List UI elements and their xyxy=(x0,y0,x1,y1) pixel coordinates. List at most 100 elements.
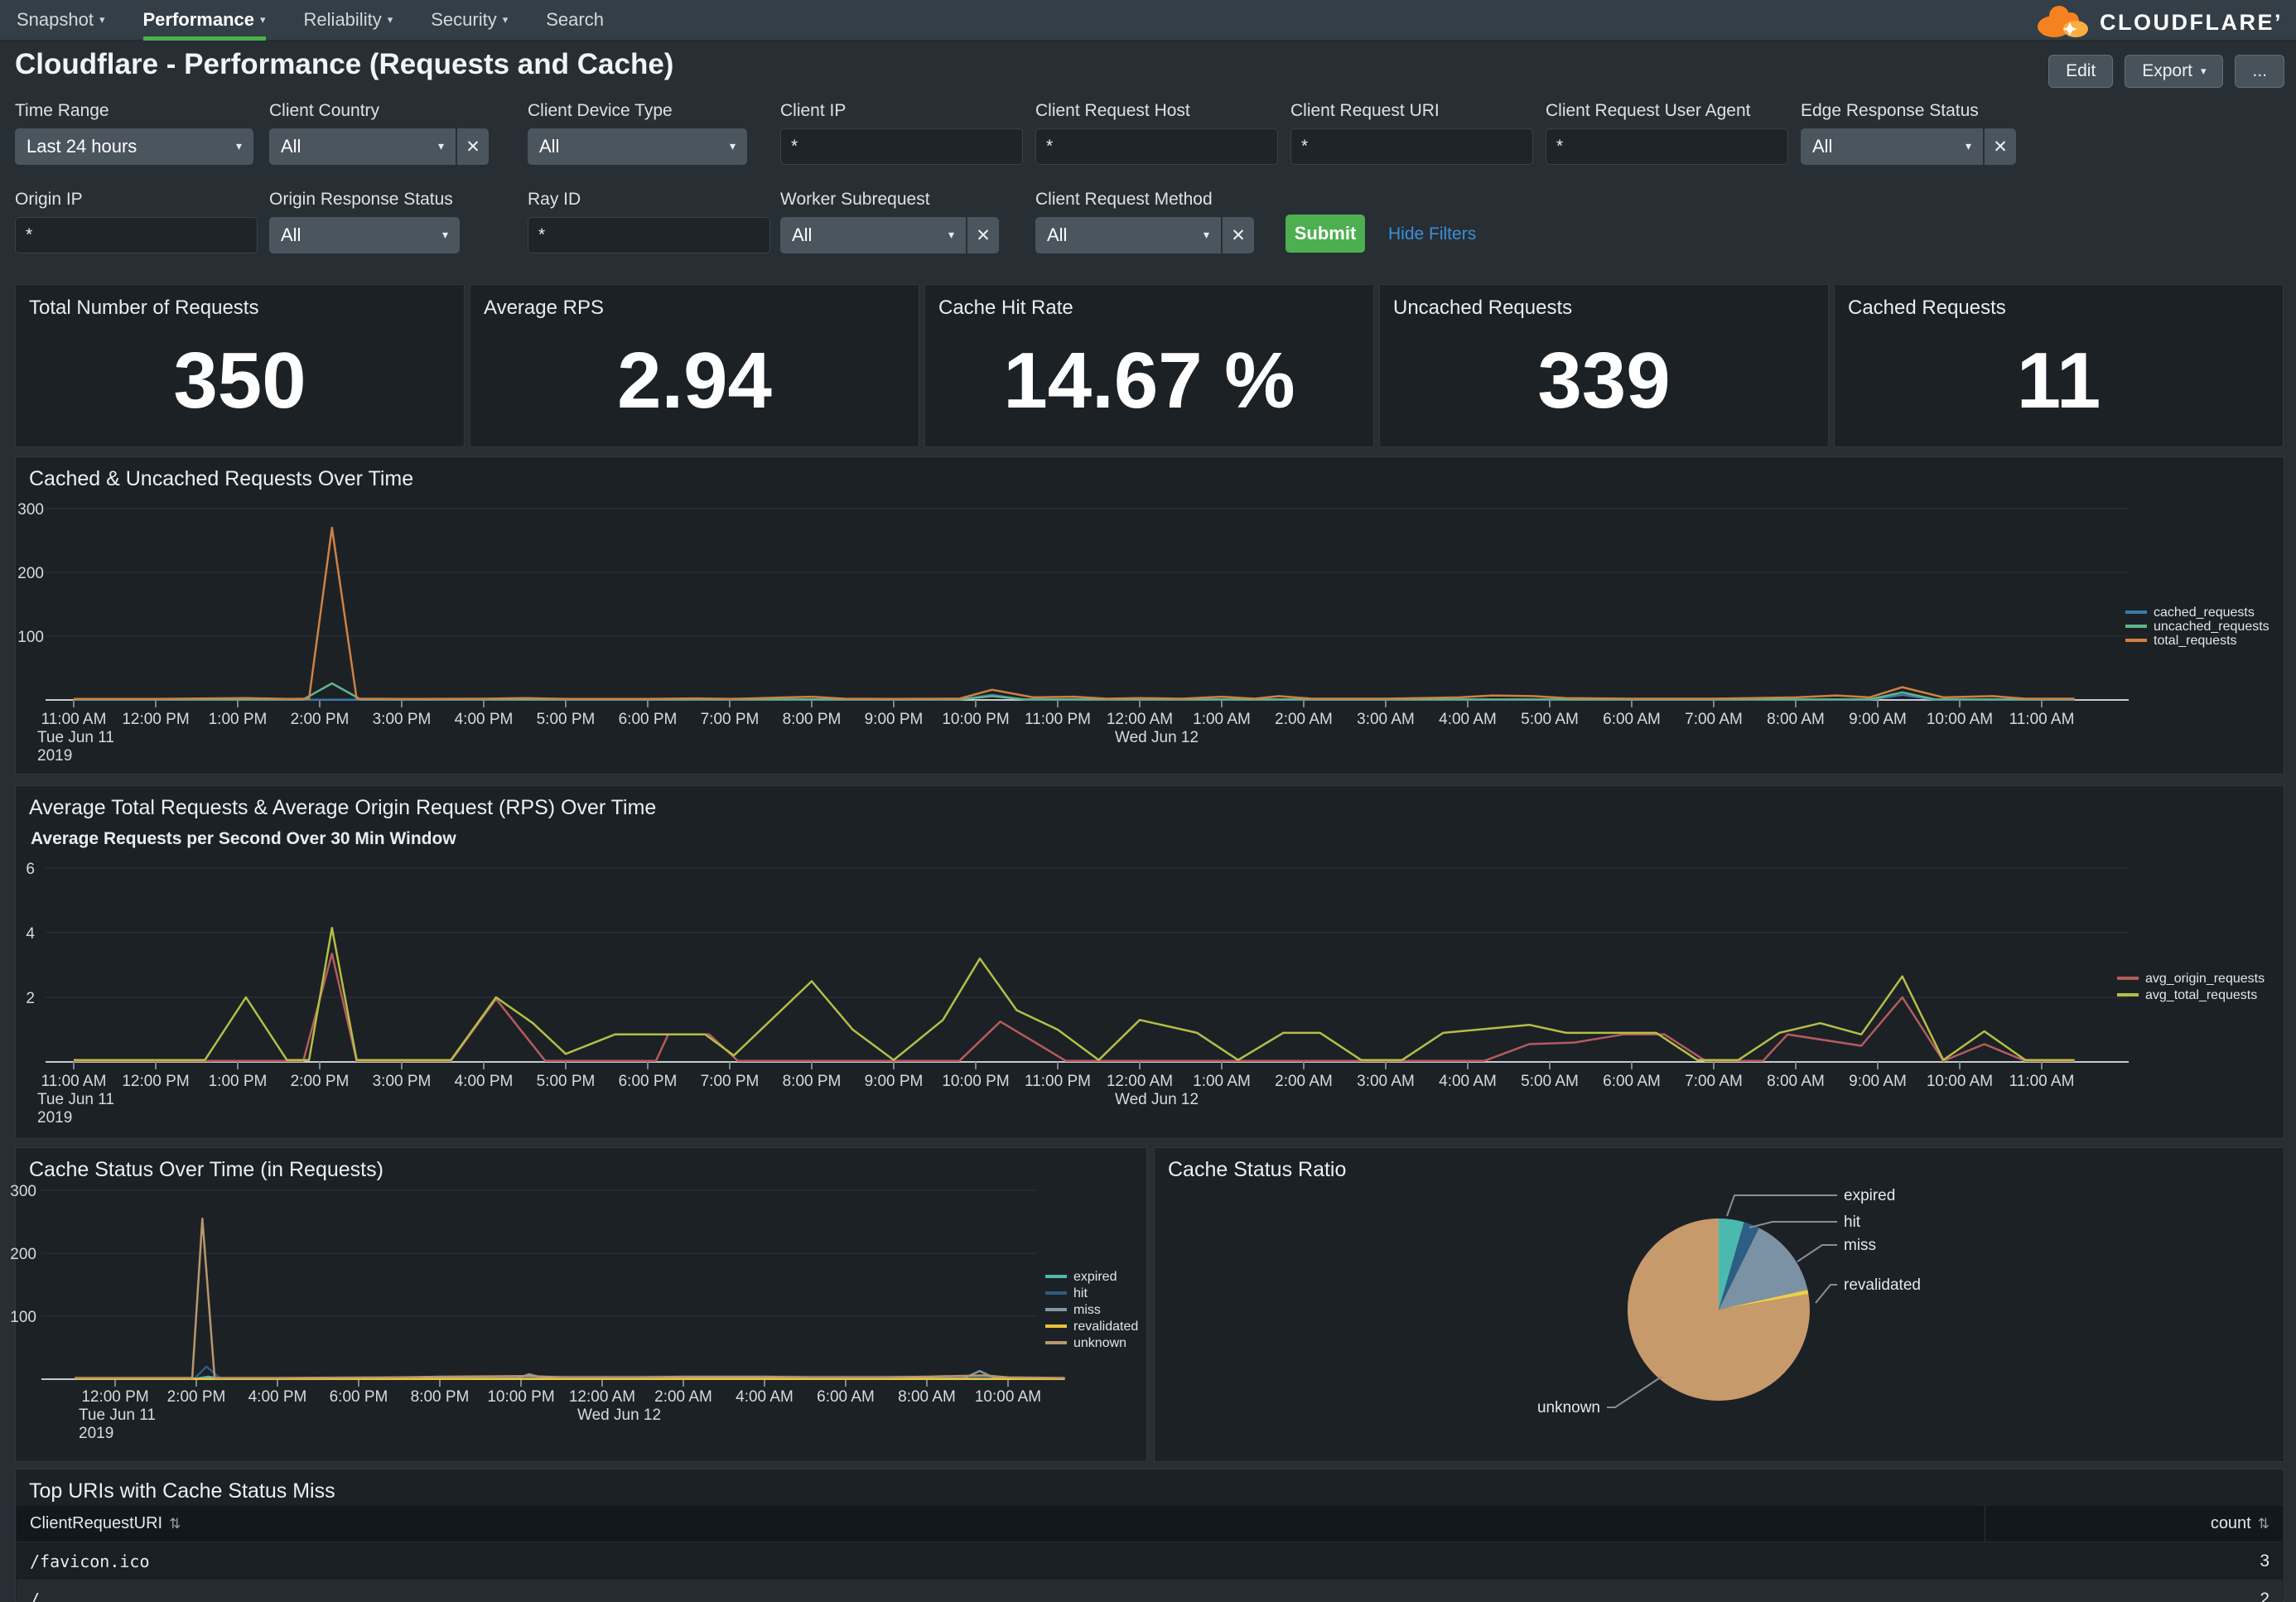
worker-subrequest-select[interactable]: All ▾ xyxy=(780,217,966,253)
filter-label: Client Request URI xyxy=(1290,101,1533,121)
filter-label: Time Range xyxy=(15,101,253,121)
filter-ray-id: Ray ID xyxy=(528,190,770,253)
filter-label: Client Request Host xyxy=(1035,101,1278,121)
table-header: ClientRequestURI ⇅ count ⇅ xyxy=(17,1506,2283,1542)
client-request-uri-input[interactable] xyxy=(1290,128,1533,165)
client-ip-input[interactable] xyxy=(780,128,1023,165)
chevron-down-icon: ▾ xyxy=(388,14,393,27)
chevron-down-icon: ▾ xyxy=(2201,65,2207,78)
filter-label: Client Country xyxy=(269,101,489,121)
chart-title: Average Total Requests & Average Origin … xyxy=(29,796,656,820)
panel-cached-uncached-chart: Cached & Uncached Requests Over Time xyxy=(15,456,2284,774)
nav-label: Reliability xyxy=(304,9,382,31)
edge-response-status-select[interactable]: All ▾ xyxy=(1801,128,1983,165)
cloudflare-logo: CLOUDFLARE’ xyxy=(2033,2,2283,44)
stat-card-uncached-requests: Uncached Requests 339 xyxy=(1379,284,1829,447)
filter-origin-ip: Origin IP xyxy=(15,190,258,253)
stat-card-cached-requests: Cached Requests 11 xyxy=(1834,284,2284,447)
clear-filter-button[interactable]: ✕ xyxy=(457,128,489,165)
export-label: Export xyxy=(2142,61,2192,81)
nav-item-snapshot[interactable]: Snapshot ▾ xyxy=(17,0,105,41)
filter-client-request-uri: Client Request URI xyxy=(1290,101,1533,165)
chart-title: Cache Status Ratio xyxy=(1168,1158,1346,1182)
filter-label: Edge Response Status xyxy=(1801,101,2016,121)
client-device-type-select[interactable]: All ▾ xyxy=(528,128,747,165)
panel-cache-status-chart: Cache Status Over Time (in Requests) xyxy=(15,1147,1147,1462)
edit-button[interactable]: Edit xyxy=(2048,55,2113,88)
nav-item-reliability[interactable]: Reliability ▾ xyxy=(304,0,393,41)
filter-label: Client Device Type xyxy=(528,101,747,121)
filter-time-range: Time Range Last 24 hours ▾ xyxy=(15,101,253,165)
select-value: All xyxy=(539,136,559,157)
nav-item-security[interactable]: Security ▾ xyxy=(431,0,508,41)
header-buttons: Edit Export ▾ ... xyxy=(2048,55,2284,88)
filter-label: Origin IP xyxy=(15,190,258,210)
select-value: All xyxy=(1047,224,1067,246)
cloudflare-wordmark: CLOUDFLARE’ xyxy=(2100,10,2283,36)
ray-id-input[interactable] xyxy=(528,217,770,253)
column-header-count[interactable]: count ⇅ xyxy=(1985,1506,2283,1542)
chevron-down-icon: ▾ xyxy=(1203,229,1209,242)
filter-client-country: Client Country All ▾ ✕ xyxy=(269,101,489,165)
stat-card-average-rps: Average RPS 2.94 xyxy=(470,284,919,447)
cell-count: 2 xyxy=(1985,1590,2283,1602)
select-value: All xyxy=(281,224,301,246)
clear-filter-button[interactable]: ✕ xyxy=(967,217,999,253)
nav-item-performance[interactable]: Performance ▾ xyxy=(143,0,266,41)
nav-item-search[interactable]: Search xyxy=(546,0,604,41)
stat-card-total-requests: Total Number of Requests 350 xyxy=(15,284,465,447)
stat-card-cache-hit-rate: Cache Hit Rate 14.67 % xyxy=(924,284,1374,447)
dashboard-page: Snapshot ▾ Performance ▾ Reliability ▾ S… xyxy=(0,0,2296,1602)
filter-edge-response-status: Edge Response Status All ▾ ✕ xyxy=(1801,101,2016,165)
select-value: All xyxy=(1812,136,1832,157)
stat-value: 11 xyxy=(1835,315,2283,446)
filter-worker-subrequest: Worker Subrequest All ▾ ✕ xyxy=(780,190,999,253)
export-button[interactable]: Export ▾ xyxy=(2125,55,2223,88)
stat-value: 2.94 xyxy=(470,315,919,446)
stat-value: 339 xyxy=(1380,315,1828,446)
select-value: All xyxy=(281,136,301,157)
origin-response-status-select[interactable]: All ▾ xyxy=(269,217,460,253)
chevron-down-icon: ▾ xyxy=(438,140,444,153)
column-header-client-request-uri[interactable]: ClientRequestURI ⇅ xyxy=(17,1506,1985,1542)
hide-filters-link[interactable]: Hide Filters xyxy=(1388,224,1476,244)
filter-label: Ray ID xyxy=(528,190,770,210)
client-request-user-agent-input[interactable] xyxy=(1546,128,1788,165)
filter-client-device-type: Client Device Type All ▾ xyxy=(528,101,747,165)
chevron-down-icon: ▾ xyxy=(1966,140,1971,153)
chevron-down-icon: ▾ xyxy=(503,14,509,27)
chart-title: Cached & Uncached Requests Over Time xyxy=(29,467,413,491)
nav-label: Snapshot xyxy=(17,9,94,31)
top-nav: Snapshot ▾ Performance ▾ Reliability ▾ S… xyxy=(0,0,2296,41)
select-value: Last 24 hours xyxy=(27,136,137,157)
chevron-down-icon: ▾ xyxy=(260,14,266,27)
cloudflare-cloud-icon xyxy=(2033,2,2093,44)
column-label: count xyxy=(2211,1514,2251,1533)
stat-value: 350 xyxy=(16,315,464,446)
filter-client-request-host: Client Request Host xyxy=(1035,101,1278,165)
origin-ip-input[interactable] xyxy=(15,217,258,253)
client-country-select[interactable]: All ▾ xyxy=(269,128,456,165)
nav-label: Performance xyxy=(143,9,255,31)
panel-average-rps-chart: Average Total Requests & Average Origin … xyxy=(15,785,2284,1139)
chart-title: Cache Status Over Time (in Requests) xyxy=(29,1158,383,1182)
cell-count: 3 xyxy=(1985,1551,2283,1571)
more-options-button[interactable]: ... xyxy=(2235,55,2284,88)
filter-client-request-user-agent: Client Request User Agent xyxy=(1546,101,1788,165)
more-label: ... xyxy=(2252,61,2267,81)
filter-label: Client IP xyxy=(780,101,1023,121)
submit-button[interactable]: Submit xyxy=(1285,215,1365,253)
chevron-down-icon: ▾ xyxy=(730,140,736,153)
client-request-method-select[interactable]: All ▾ xyxy=(1035,217,1221,253)
clear-filter-button[interactable]: ✕ xyxy=(1223,217,1254,253)
client-request-host-input[interactable] xyxy=(1035,128,1278,165)
page-title: Cloudflare - Performance (Requests and C… xyxy=(15,48,673,81)
table-body: /favicon.ico3/2 xyxy=(17,1542,2283,1602)
chart-subtitle: Average Requests per Second Over 30 Min … xyxy=(31,829,456,849)
filter-label: Origin Response Status xyxy=(269,190,460,210)
clear-filter-button[interactable]: ✕ xyxy=(1985,128,2016,165)
panel-cache-status-ratio: Cache Status Ratio xyxy=(1154,1147,2284,1462)
filter-client-request-method: Client Request Method All ▾ ✕ xyxy=(1035,190,1254,253)
cell-client-request-uri: / xyxy=(17,1590,1985,1602)
time-range-select[interactable]: Last 24 hours ▾ xyxy=(15,128,253,165)
